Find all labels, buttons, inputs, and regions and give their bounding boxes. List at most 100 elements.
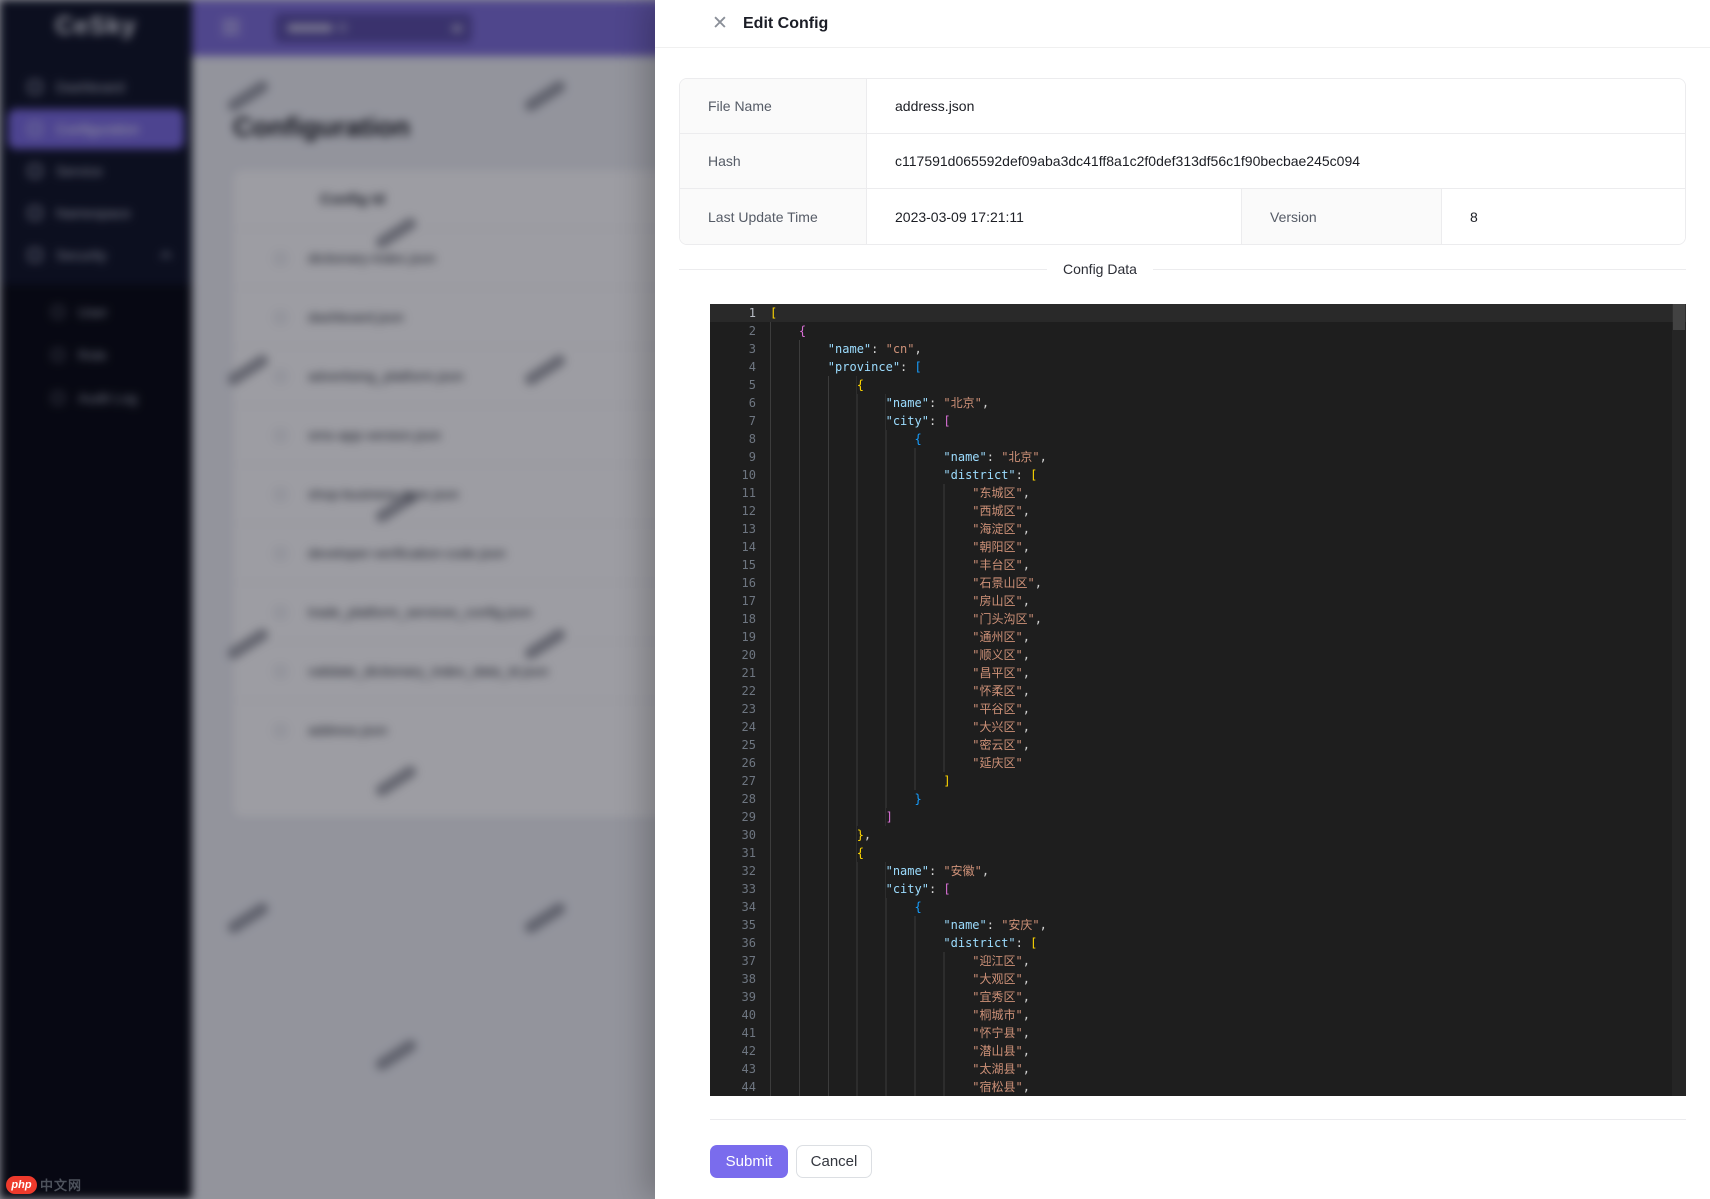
code-line: 23"平谷区", <box>710 700 1686 718</box>
code-line: 36"district": [ <box>710 934 1686 952</box>
php-watermark-text: 中文网 <box>40 1175 82 1194</box>
code-line: 17"房山区", <box>710 592 1686 610</box>
line-number: 8 <box>710 430 756 448</box>
line-number: 36 <box>710 934 756 952</box>
line-number: 14 <box>710 538 756 556</box>
line-number: 11 <box>710 484 756 502</box>
line-number: 29 <box>710 808 756 826</box>
code-line: 39"宜秀区", <box>710 988 1686 1006</box>
code-line: 27] <box>710 772 1686 790</box>
line-number: 15 <box>710 556 756 574</box>
line-number: 30 <box>710 826 756 844</box>
line-number: 23 <box>710 700 756 718</box>
line-number: 27 <box>710 772 756 790</box>
line-number: 31 <box>710 844 756 862</box>
code-line: 15"丰台区", <box>710 556 1686 574</box>
code-line: 6"name": "北京", <box>710 394 1686 412</box>
line-number: 24 <box>710 718 756 736</box>
code-line: 22"怀柔区", <box>710 682 1686 700</box>
last-update-label: Last Update Time <box>680 189 867 244</box>
line-number: 25 <box>710 736 756 754</box>
code-line: 37"迎江区", <box>710 952 1686 970</box>
config-data-editor-wrap: 1[2{3"name": "cn",4"province": [5{6"name… <box>710 304 1686 1096</box>
code-line: 34{ <box>710 898 1686 916</box>
code-line: 24"大兴区", <box>710 718 1686 736</box>
code-line: 11"东城区", <box>710 484 1686 502</box>
code-line: 16"石景山区", <box>710 574 1686 592</box>
version-label: Version <box>1242 189 1442 244</box>
edit-config-drawer: ✕ Edit Config File Name address.json Has… <box>655 0 1710 1199</box>
line-number: 20 <box>710 646 756 664</box>
code-line: 10"district": [ <box>710 466 1686 484</box>
code-line: 44"宿松县", <box>710 1078 1686 1096</box>
config-data-editor[interactable]: 1[2{3"name": "cn",4"province": [5{6"name… <box>710 304 1686 1096</box>
code-line: 38"大观区", <box>710 970 1686 988</box>
php-watermark: php 中文网 <box>6 1175 82 1194</box>
line-number: 41 <box>710 1024 756 1042</box>
line-number: 28 <box>710 790 756 808</box>
code-line: 33"city": [ <box>710 880 1686 898</box>
line-number: 3 <box>710 340 756 358</box>
code-line: 20"顺义区", <box>710 646 1686 664</box>
file-name-label: File Name <box>680 79 867 134</box>
line-number: 35 <box>710 916 756 934</box>
line-number: 42 <box>710 1042 756 1060</box>
line-number: 38 <box>710 970 756 988</box>
line-number: 7 <box>710 412 756 430</box>
line-number: 33 <box>710 880 756 898</box>
line-number: 21 <box>710 664 756 682</box>
cancel-button[interactable]: Cancel <box>796 1145 872 1178</box>
code-line: 30}, <box>710 826 1686 844</box>
line-number: 6 <box>710 394 756 412</box>
line-number: 26 <box>710 754 756 772</box>
file-name-value: address.json <box>867 79 1685 134</box>
line-number: 19 <box>710 628 756 646</box>
code-line: 32"name": "安徽", <box>710 862 1686 880</box>
editor-scrollbar-thumb[interactable] <box>1673 304 1685 330</box>
code-line: 4"province": [ <box>710 358 1686 376</box>
line-number: 44 <box>710 1078 756 1096</box>
line-number: 32 <box>710 862 756 880</box>
line-number: 2 <box>710 322 756 340</box>
line-number: 16 <box>710 574 756 592</box>
line-number: 18 <box>710 610 756 628</box>
code-line: 42"潜山县", <box>710 1042 1686 1060</box>
code-line: 19"通州区", <box>710 628 1686 646</box>
line-number: 4 <box>710 358 756 376</box>
hash-label: Hash <box>680 134 867 189</box>
line-number: 5 <box>710 376 756 394</box>
code-line: 7"city": [ <box>710 412 1686 430</box>
code-line: 29] <box>710 808 1686 826</box>
line-number: 12 <box>710 502 756 520</box>
code-line: 3"name": "cn", <box>710 340 1686 358</box>
drawer-footer: Submit Cancel <box>710 1119 1686 1178</box>
submit-button[interactable]: Submit <box>710 1145 788 1178</box>
drawer-title: Edit Config <box>743 15 828 33</box>
code-line: 25"密云区", <box>710 736 1686 754</box>
line-number: 34 <box>710 898 756 916</box>
editor-scrollbar[interactable] <box>1672 304 1686 1096</box>
close-icon[interactable]: ✕ <box>711 15 729 33</box>
line-number: 17 <box>710 592 756 610</box>
code-line: 31{ <box>710 844 1686 862</box>
line-number: 9 <box>710 448 756 466</box>
code-line: 8{ <box>710 430 1686 448</box>
code-line: 26"延庆区" <box>710 754 1686 772</box>
code-line: 13"海淀区", <box>710 520 1686 538</box>
config-data-divider-label: Config Data <box>1047 261 1153 277</box>
line-number: 22 <box>710 682 756 700</box>
code-line: 5{ <box>710 376 1686 394</box>
line-number: 39 <box>710 988 756 1006</box>
screen: CeSky DashboardConfigurationServiceNames… <box>0 0 1710 1199</box>
line-number: 1 <box>710 304 756 322</box>
code-line: 2{ <box>710 322 1686 340</box>
line-number: 13 <box>710 520 756 538</box>
last-update-value: 2023-03-09 17:21:11 <box>867 189 1242 244</box>
drawer-header: ✕ Edit Config <box>655 0 1710 48</box>
code-line: 28} <box>710 790 1686 808</box>
code-line: 35"name": "安庆", <box>710 916 1686 934</box>
code-line: 1[ <box>710 304 1686 322</box>
hash-value: c117591d065592def09aba3dc41ff8a1c2f0def3… <box>867 134 1685 189</box>
version-value: 8 <box>1442 189 1685 244</box>
config-info-table: File Name address.json Hash c117591d0655… <box>679 78 1686 245</box>
